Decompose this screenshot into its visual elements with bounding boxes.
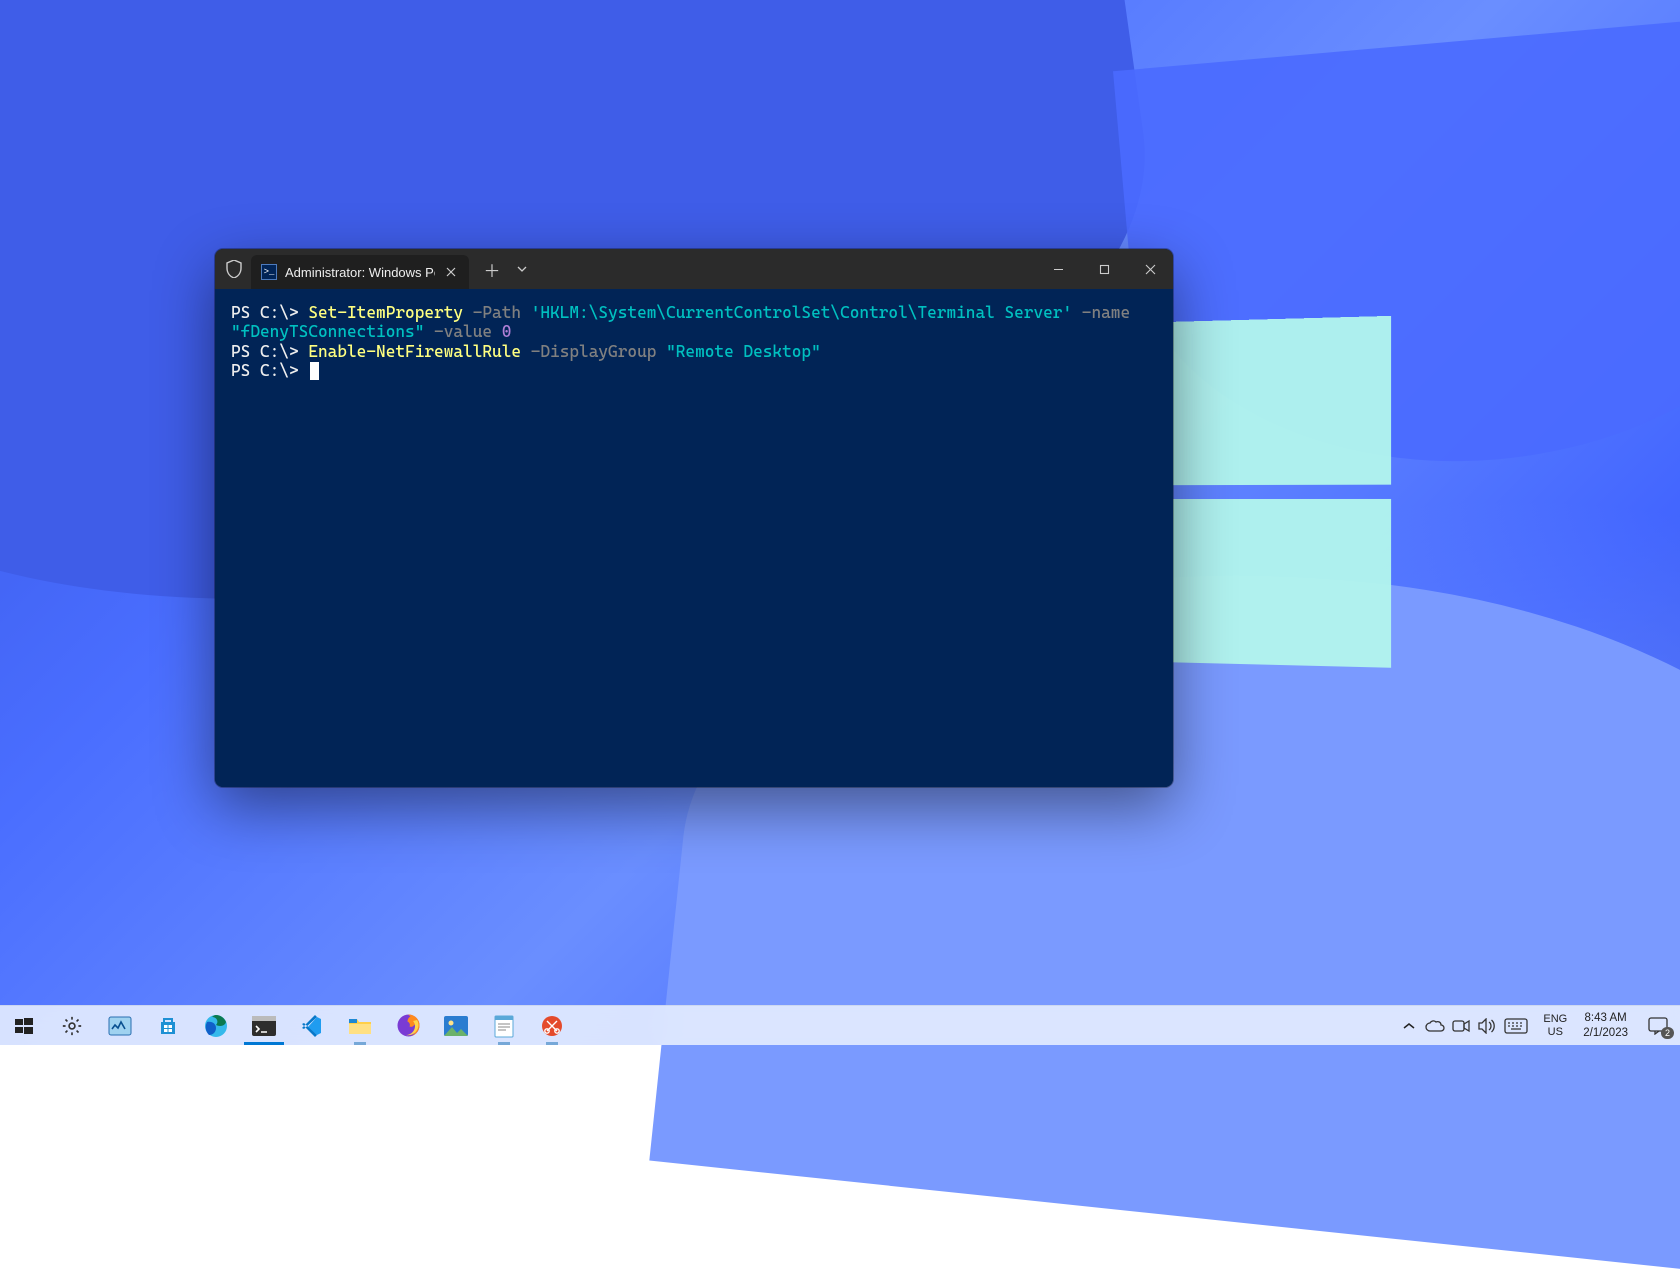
terminal-icon	[251, 1013, 277, 1039]
action-center-button[interactable]: 2	[1636, 1006, 1680, 1045]
clock-date: 2/1/2023	[1583, 1026, 1628, 1040]
taskbar-settings[interactable]	[48, 1006, 96, 1045]
taskbar-snip[interactable]	[528, 1006, 576, 1045]
store-icon	[155, 1013, 181, 1039]
start-button[interactable]	[0, 1006, 48, 1045]
system-tray[interactable]	[1393, 1006, 1535, 1045]
taskbar-photos[interactable]	[432, 1006, 480, 1045]
tray-volume-icon[interactable]	[1475, 1006, 1499, 1046]
taskbar-notepad[interactable]	[480, 1006, 528, 1045]
file-explorer-icon	[347, 1013, 373, 1039]
tab-title: Administrator: Windows Powe	[285, 265, 435, 280]
close-tab-button[interactable]	[441, 262, 461, 282]
clock[interactable]: 8:43 AM 2/1/2023	[1575, 1006, 1636, 1045]
task-manager-icon	[107, 1013, 133, 1039]
titlebar[interactable]: >_ Administrator: Windows Powe ＋	[215, 249, 1173, 289]
lang-top: ENG	[1543, 1013, 1567, 1025]
powershell-icon: >_	[261, 264, 277, 280]
taskbar-microsoft-store[interactable]	[144, 1006, 192, 1045]
taskbar-firefox[interactable]	[384, 1006, 432, 1045]
windows-terminal-window[interactable]: >_ Administrator: Windows Powe ＋ PS C:\>…	[215, 249, 1173, 787]
taskbar-vscode[interactable]	[288, 1006, 336, 1045]
vscode-icon	[299, 1013, 325, 1039]
firefox-icon	[395, 1013, 421, 1039]
gear-icon	[59, 1013, 85, 1039]
taskbar-file-explorer[interactable]	[336, 1006, 384, 1045]
tray-onedrive-icon[interactable]	[1423, 1006, 1447, 1046]
tab-dropdown-button[interactable]	[509, 254, 535, 284]
terminal-content[interactable]: PS C:\> Set-ItemProperty -Path 'HKLM:\Sy…	[215, 289, 1173, 787]
snipping-icon	[539, 1013, 565, 1039]
tray-chevron-icon[interactable]	[1397, 1006, 1421, 1046]
minimize-button[interactable]	[1035, 249, 1081, 289]
taskbar-terminal[interactable]	[240, 1006, 288, 1045]
maximize-button[interactable]	[1081, 249, 1127, 289]
lang-bottom: US	[1548, 1026, 1563, 1038]
notification-badge: 2	[1661, 1027, 1674, 1039]
taskbar-edge[interactable]	[192, 1006, 240, 1045]
new-tab-button[interactable]: ＋	[475, 254, 509, 284]
taskbar-task-manager[interactable]	[96, 1006, 144, 1045]
close-window-button[interactable]	[1127, 249, 1173, 289]
clock-time: 8:43 AM	[1585, 1011, 1627, 1025]
windows-start-icon	[11, 1013, 37, 1039]
tray-meetnow-icon[interactable]	[1449, 1006, 1473, 1046]
admin-shield-icon	[225, 260, 243, 278]
taskbar[interactable]: ENG US 8:43 AM 2/1/2023 2	[0, 1005, 1680, 1045]
notepad-icon	[491, 1013, 517, 1039]
photos-icon	[443, 1013, 469, 1039]
tab-powershell-admin[interactable]: >_ Administrator: Windows Powe	[251, 255, 469, 289]
edge-icon	[203, 1013, 229, 1039]
tray-keyboard-icon[interactable]	[1501, 1006, 1531, 1046]
language-indicator[interactable]: ENG US	[1535, 1006, 1575, 1045]
